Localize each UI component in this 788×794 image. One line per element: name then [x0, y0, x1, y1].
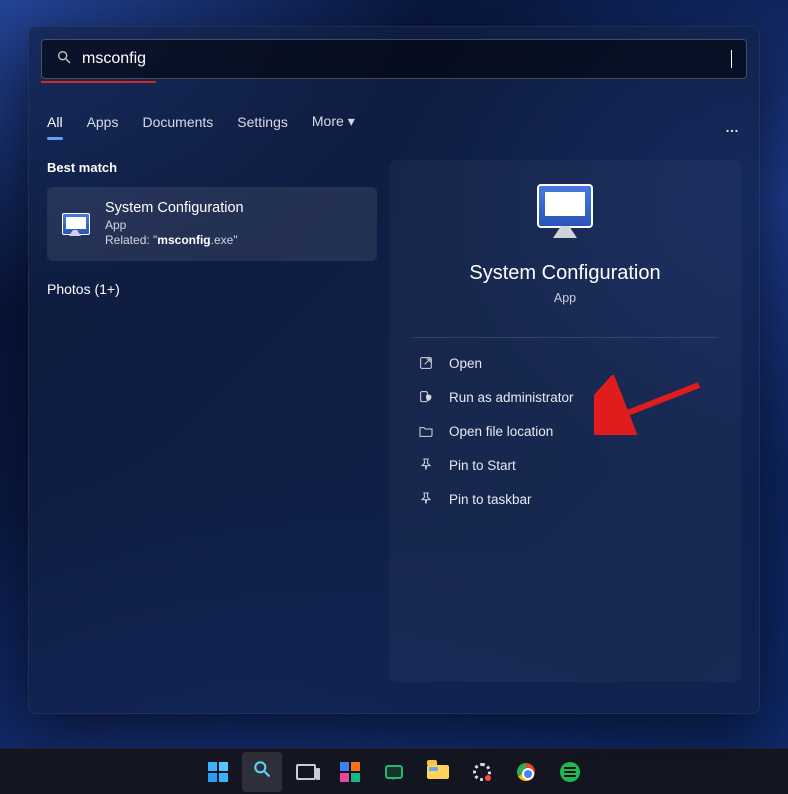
action-pin-start-label: Pin to Start	[449, 458, 516, 473]
taskbar	[0, 748, 788, 794]
action-run-admin[interactable]: Run as administrator	[413, 380, 717, 414]
search-icon	[252, 759, 272, 784]
search-scope-tabs: All Apps Documents Settings More ▾ …	[29, 83, 759, 140]
action-open-location[interactable]: Open file location	[413, 414, 717, 448]
taskbar-widgets-button[interactable]	[330, 752, 370, 792]
explorer-icon	[427, 765, 449, 779]
widgets-icon	[340, 762, 360, 782]
result-related-prefix: Related: "	[105, 233, 157, 247]
tab-documents[interactable]: Documents	[142, 114, 213, 140]
taskbar-spotify-button[interactable]	[550, 752, 590, 792]
desktop-background: All Apps Documents Settings More ▾ … Bes…	[0, 0, 788, 794]
tab-more-label: More	[312, 113, 344, 129]
tab-more[interactable]: More ▾	[312, 113, 355, 140]
tab-all[interactable]: All	[47, 114, 63, 140]
detail-app-icon	[413, 184, 717, 240]
start-icon	[208, 762, 228, 782]
action-open-location-label: Open file location	[449, 424, 553, 439]
taskbar-chat-button[interactable]	[374, 752, 414, 792]
action-open[interactable]: Open	[413, 346, 717, 380]
more-options-button[interactable]: …	[725, 119, 741, 135]
app-icon	[61, 209, 91, 239]
divider	[413, 337, 717, 338]
detail-column: System Configuration App Open Run as adm…	[389, 160, 741, 682]
taskbar-chrome-button[interactable]	[506, 752, 546, 792]
ring-icon	[473, 763, 491, 781]
search-input[interactable]	[82, 50, 721, 68]
text-cursor	[731, 50, 732, 68]
result-system-configuration[interactable]: System Configuration App Related: "mscon…	[47, 187, 377, 261]
taskbar-task-view-button[interactable]	[286, 752, 326, 792]
action-pin-start[interactable]: Pin to Start	[413, 448, 717, 482]
task-view-icon	[296, 764, 316, 780]
action-run-admin-label: Run as administrator	[449, 390, 574, 405]
taskbar-app-button[interactable]	[462, 752, 502, 792]
tab-apps[interactable]: Apps	[87, 114, 119, 140]
result-type: App	[105, 218, 126, 232]
taskbar-search-button[interactable]	[242, 752, 282, 792]
chrome-icon	[517, 763, 535, 781]
pin-icon	[417, 490, 435, 508]
action-open-label: Open	[449, 356, 482, 371]
action-pin-taskbar-label: Pin to taskbar	[449, 492, 532, 507]
chat-icon	[385, 765, 403, 779]
result-related-strong: msconfig	[157, 233, 210, 247]
spotify-icon	[560, 762, 580, 782]
result-title: System Configuration	[105, 199, 244, 218]
tab-settings[interactable]: Settings	[237, 114, 288, 140]
open-icon	[417, 354, 435, 372]
taskbar-explorer-button[interactable]	[418, 752, 458, 792]
search-icon	[56, 49, 72, 70]
shield-icon	[417, 388, 435, 406]
start-search-panel: All Apps Documents Settings More ▾ … Bes…	[28, 26, 760, 714]
results-column: Best match System Configuration App Rela…	[47, 160, 377, 682]
photos-section[interactable]: Photos (1+)	[47, 281, 377, 297]
pin-icon	[417, 456, 435, 474]
folder-icon	[417, 422, 435, 440]
result-related-suffix: .exe"	[211, 233, 238, 247]
chevron-down-icon: ▾	[348, 113, 355, 129]
search-box[interactable]	[41, 39, 747, 79]
taskbar-start-button[interactable]	[198, 752, 238, 792]
best-match-heading: Best match	[47, 160, 377, 175]
action-pin-taskbar[interactable]: Pin to taskbar	[413, 482, 717, 516]
